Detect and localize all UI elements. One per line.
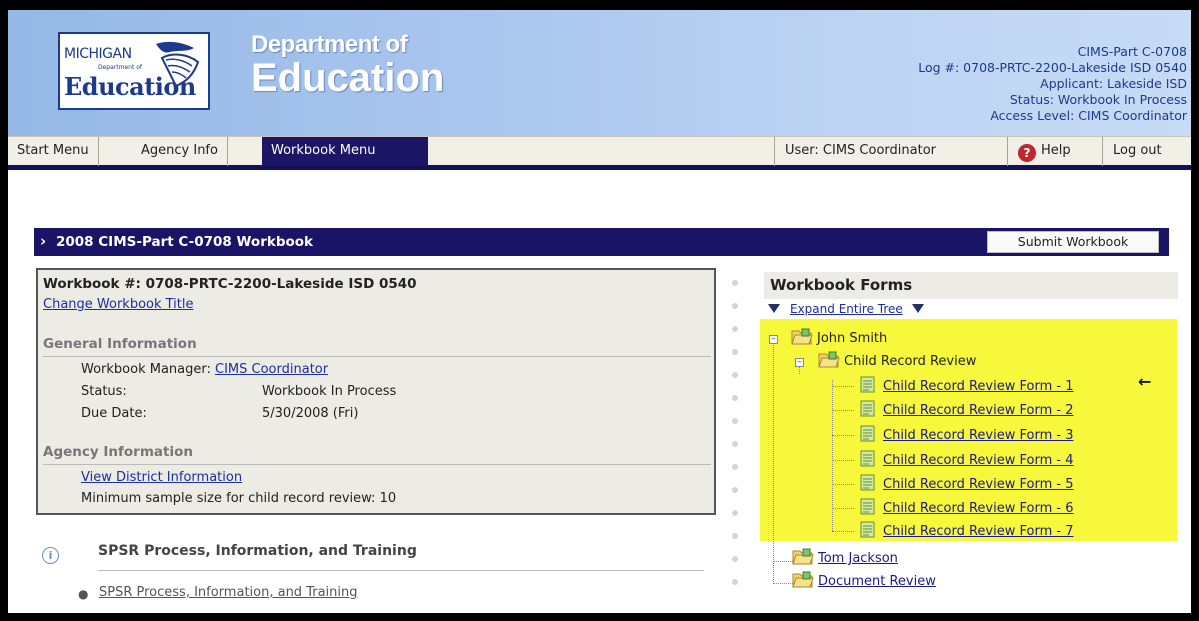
tree-node-form-2[interactable]: Child Record Review Form - 2 <box>860 400 1073 418</box>
folder-icon <box>791 328 813 345</box>
due-date-label: Due Date: <box>81 406 147 421</box>
folder-icon <box>818 351 840 368</box>
nav-logout[interactable]: Log out <box>1102 137 1191 166</box>
spsr-link[interactable]: SPSR Process, Information, and Training <box>99 585 358 600</box>
change-workbook-title-link[interactable]: Change Workbook Title <box>43 297 194 312</box>
tree-line <box>832 410 854 411</box>
document-icon <box>860 376 875 393</box>
header-info-access: Access Level: CIMS Coordinator <box>990 108 1187 123</box>
logo-subtitle: Department of <box>98 64 142 71</box>
main-nav: Start Menu Agency Info Workbook Menu Use… <box>8 136 1191 170</box>
nav-user: User: CIMS Coordinator <box>774 137 1007 166</box>
help-icon: ? <box>1018 144 1036 162</box>
workbook-title-bar: › 2008 CIMS-Part C-0708 Workbook Submit … <box>34 228 1169 256</box>
bullet-icon: ● <box>78 587 89 601</box>
arrow-left-icon: ← <box>1138 372 1152 391</box>
tree-label: Child Record Review <box>844 354 977 369</box>
triangle-down-icon <box>768 304 780 313</box>
tree-node-form-3[interactable]: Child Record Review Form - 3 <box>860 425 1073 443</box>
folder-icon <box>792 571 814 588</box>
title-line1: Department of <box>251 31 408 58</box>
tree-link[interactable]: Tom Jackson <box>818 551 898 566</box>
tree-line <box>832 435 854 436</box>
info-icon: i <box>42 547 59 564</box>
tree-line <box>832 531 854 532</box>
document-icon <box>860 425 875 442</box>
min-sample-size: Minimum sample size for child record rev… <box>81 491 397 506</box>
folder-icon <box>792 548 814 565</box>
title-line2: Education <box>251 56 445 100</box>
header-info-applicant: Applicant: Lakeside ISD <box>1040 76 1187 91</box>
expand-tree-control[interactable]: Expand Entire Tree <box>768 302 924 316</box>
help-label: Help <box>1041 143 1071 158</box>
nav-workbook-menu[interactable]: Workbook Menu <box>262 137 428 166</box>
tree-line <box>832 386 854 387</box>
tree-line <box>832 484 854 485</box>
department-title: Department of Education <box>251 31 445 100</box>
workbook-manager-link[interactable]: CIMS Coordinator <box>215 362 328 377</box>
michigan-map-icon <box>156 41 200 88</box>
tree-line <box>832 460 854 461</box>
header-info-log: Log #: 0708-PRTC-2200-Lakeside ISD 0540 <box>918 60 1187 75</box>
document-icon <box>860 450 875 467</box>
view-district-info-link[interactable]: View District Information <box>81 470 242 485</box>
divider <box>43 464 711 465</box>
status-label: Status: <box>81 384 127 399</box>
nav-agency-info[interactable]: Agency Info <box>132 137 228 166</box>
header-info-part: CIMS-Part C-0708 <box>1077 44 1187 59</box>
tree-line <box>832 508 854 509</box>
tree-node-form-5[interactable]: Child Record Review Form - 5 <box>860 474 1073 492</box>
logo-state-text: MICHIGAN <box>64 46 132 62</box>
tree-label: John Smith <box>817 331 888 346</box>
manager-label: Workbook Manager: CIMS Coordinator <box>81 362 328 377</box>
workbook-info-panel: Workbook #: 0708-PRTC-2200-Lakeside ISD … <box>36 268 716 515</box>
tree-node-child-record-review[interactable]: Child Record Review <box>818 351 976 369</box>
document-icon <box>860 498 875 515</box>
form-link[interactable]: Child Record Review Form - 4 <box>883 453 1073 468</box>
tree-node-form-6[interactable]: Child Record Review Form - 6 <box>860 498 1073 516</box>
agency-info-heading: Agency Information <box>43 444 193 460</box>
tree-node-document-review[interactable]: Document Review <box>792 571 936 589</box>
collapse-toggle-icon[interactable]: – <box>769 335 778 344</box>
due-date-value: 5/30/2008 (Fri) <box>262 406 359 421</box>
document-icon <box>860 400 875 417</box>
workbook-forms-heading: Workbook Forms <box>764 272 1178 299</box>
chevron-right-icon: › <box>40 232 47 250</box>
tree-link[interactable]: Document Review <box>818 574 936 589</box>
divider <box>98 570 704 571</box>
nav-start-menu[interactable]: Start Menu <box>8 137 99 166</box>
divider <box>43 356 711 357</box>
tree-node-tom-jackson[interactable]: Tom Jackson <box>792 548 898 566</box>
divider-dots <box>732 280 738 602</box>
spsr-heading: SPSR Process, Information, and Training <box>98 543 417 559</box>
form-link[interactable]: Child Record Review Form - 2 <box>883 403 1073 418</box>
general-info-heading: General Information <box>43 336 197 352</box>
submit-workbook-button[interactable]: Submit Workbook <box>987 231 1159 253</box>
form-link[interactable]: Child Record Review Form - 3 <box>883 428 1073 443</box>
site-header: MICHIGAN Department of Education Departm… <box>8 10 1191 136</box>
header-info: CIMS-Part C-0708 Log #: 0708-PRTC-2200-L… <box>918 44 1187 124</box>
tree-node-john-smith[interactable]: John Smith <box>791 328 887 346</box>
triangle-down-icon <box>911 304 924 313</box>
collapse-toggle-icon[interactable]: – <box>795 358 804 367</box>
tree-node-form-7[interactable]: Child Record Review Form - 7 <box>860 521 1073 539</box>
workbook-title: 2008 CIMS-Part C-0708 Workbook <box>56 234 314 250</box>
document-icon <box>860 521 875 538</box>
app-frame: MICHIGAN Department of Education Departm… <box>8 10 1191 613</box>
form-link[interactable]: Child Record Review Form - 7 <box>883 524 1073 539</box>
document-icon <box>860 474 875 491</box>
manager-label-text: Workbook Manager: <box>81 362 211 377</box>
tree-line <box>773 340 774 584</box>
status-value: Workbook In Process <box>262 384 397 399</box>
form-link[interactable]: Child Record Review Form - 6 <box>883 501 1073 516</box>
form-link[interactable]: Child Record Review Form - 5 <box>883 477 1073 492</box>
nav-help[interactable]: ? Help <box>1007 137 1102 166</box>
tree-node-form-4[interactable]: Child Record Review Form - 4 <box>860 450 1073 468</box>
workbook-number: Workbook #: 0708-PRTC-2200-Lakeside ISD … <box>43 276 417 292</box>
expand-tree-link[interactable]: Expand Entire Tree <box>790 302 903 316</box>
header-info-status: Status: Workbook In Process <box>1009 92 1187 107</box>
tree-node-form-1[interactable]: Child Record Review Form - 1 <box>860 376 1073 394</box>
form-link[interactable]: Child Record Review Form - 1 <box>883 379 1073 394</box>
michigan-education-logo[interactable]: MICHIGAN Department of Education <box>58 32 210 110</box>
